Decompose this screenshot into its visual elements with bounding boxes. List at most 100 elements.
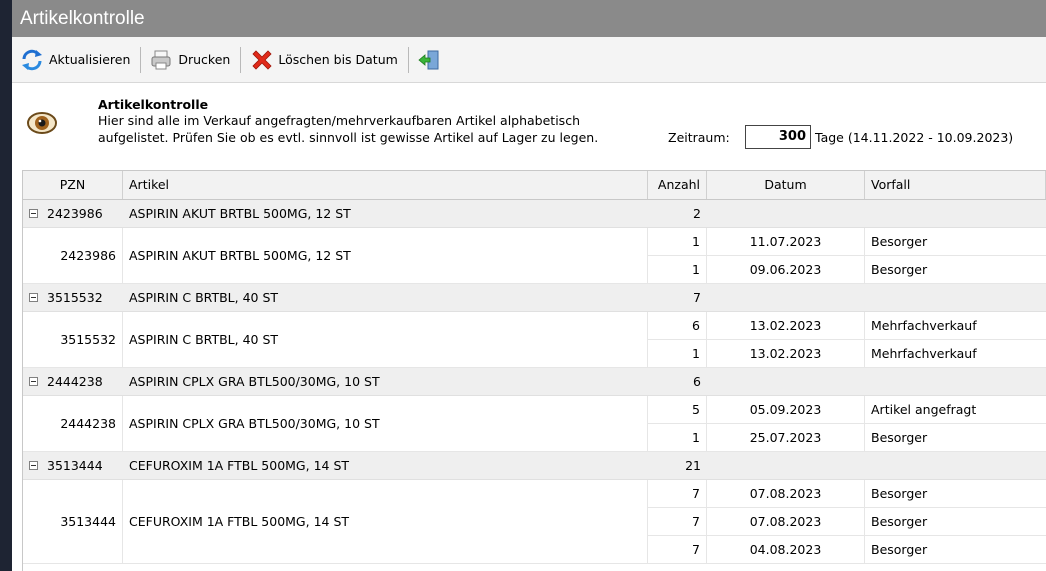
group-row[interactable]: 2444238 ASPIRIN CPLX GRA BTL500/30MG, 10… <box>23 368 1046 396</box>
detail-pzn: 3515532 <box>23 312 123 368</box>
row-anzahl: 7 <box>648 536 707 563</box>
exit-door-icon <box>417 48 441 72</box>
row-vorfall: Besorger <box>871 430 928 445</box>
row-vorfall: Mehrfachverkauf <box>871 318 977 333</box>
collapse-toggle-icon[interactable] <box>29 461 38 470</box>
toolbar-separator <box>240 46 242 73</box>
detail-artikel: CEFUROXIM 1A FTBL 500MG, 14 ST <box>123 480 648 564</box>
row-datum: 07.08.2023 <box>707 508 865 535</box>
group-pzn: 2444238 <box>47 374 103 389</box>
info-panel: Artikelkontrolle Hier sind alle im Verka… <box>12 83 1046 169</box>
zeitraum-days-input[interactable]: 300 <box>745 125 811 149</box>
info-text-line1: Hier sind alle im Verkauf angefragten/me… <box>98 113 580 128</box>
toolbar-separator <box>140 46 142 73</box>
collapse-toggle-icon[interactable] <box>29 293 38 302</box>
column-header-datum[interactable]: Datum <box>707 171 865 199</box>
group-pzn: 3515532 <box>47 290 103 305</box>
detail-block: 2423986 ASPIRIN AKUT BRTBL 500MG, 12 ST … <box>23 228 1046 284</box>
exit-button[interactable] <box>413 43 452 77</box>
column-header-artikel[interactable]: Artikel <box>123 171 648 199</box>
window-title: Artikelkontrolle <box>12 0 1046 37</box>
grid-header: PZN Artikel Anzahl Datum Vorfall <box>23 171 1046 200</box>
print-label: Drucken <box>178 52 231 67</box>
table-row[interactable]: 7 04.08.2023 Besorger <box>648 536 1046 564</box>
table-row[interactable]: 1 13.02.2023 Mehrfachverkauf <box>648 340 1046 368</box>
zeitraum-label: Zeitraum: <box>668 130 730 145</box>
group-anzahl: 6 <box>693 374 701 389</box>
zeitraum-range-text: Tage (14.11.2022 - 10.09.2023) <box>815 130 1014 145</box>
row-anzahl: 7 <box>648 508 707 535</box>
toolbar-separator <box>407 46 409 73</box>
detail-artikel: ASPIRIN CPLX GRA BTL500/30MG, 10 ST <box>123 396 648 452</box>
group-artikel: ASPIRIN CPLX GRA BTL500/30MG, 10 ST <box>129 374 380 389</box>
row-vorfall: Besorger <box>871 262 928 277</box>
row-vorfall: Besorger <box>871 542 928 557</box>
table-row[interactable]: 1 25.07.2023 Besorger <box>648 424 1046 452</box>
table-row[interactable]: 7 07.08.2023 Besorger <box>648 508 1046 536</box>
row-anzahl: 1 <box>648 424 707 451</box>
row-datum: 11.07.2023 <box>707 228 865 255</box>
row-datum: 09.06.2023 <box>707 256 865 283</box>
table-row[interactable]: 5 05.09.2023 Artikel angefragt <box>648 396 1046 424</box>
row-vorfall: Artikel angefragt <box>871 402 977 417</box>
info-text-line2: aufgelistet. Prüfen Sie ob es evtl. sinn… <box>98 130 599 145</box>
main-window: Artikelkontrolle Aktualisieren Drucken L… <box>12 0 1046 571</box>
toolbar: Aktualisieren Drucken Löschen bis Datum <box>12 37 1046 83</box>
group-artikel: CEFUROXIM 1A FTBL 500MG, 14 ST <box>129 458 350 473</box>
article-grid: PZN Artikel Anzahl Datum Vorfall 2423986… <box>22 170 1046 571</box>
collapse-toggle-icon[interactable] <box>29 377 38 386</box>
row-vorfall: Mehrfachverkauf <box>871 346 977 361</box>
collapse-toggle-icon[interactable] <box>29 209 38 218</box>
row-datum: 13.02.2023 <box>707 312 865 339</box>
delete-label: Löschen bis Datum <box>278 52 398 67</box>
group-row[interactable]: 3515532 ASPIRIN C BRTBL, 40 ST 7 <box>23 284 1046 312</box>
row-datum: 07.08.2023 <box>707 480 865 507</box>
group-row[interactable]: 3513444 CEFUROXIM 1A FTBL 500MG, 14 ST 2… <box>23 452 1046 480</box>
detail-pzn: 3513444 <box>23 480 123 564</box>
table-row[interactable]: 1 09.06.2023 Besorger <box>648 256 1046 284</box>
group-artikel: ASPIRIN C BRTBL, 40 ST <box>129 290 279 305</box>
row-vorfall: Besorger <box>871 486 928 501</box>
row-anzahl: 5 <box>648 396 707 423</box>
refresh-button[interactable]: Aktualisieren <box>16 43 136 77</box>
column-header-vorfall[interactable]: Vorfall <box>865 171 1046 199</box>
row-anzahl: 6 <box>648 312 707 339</box>
row-vorfall: Besorger <box>871 514 928 529</box>
group-pzn: 2423986 <box>47 206 103 221</box>
group-pzn: 3513444 <box>47 458 103 473</box>
row-datum: 04.08.2023 <box>707 536 865 563</box>
eye-icon <box>26 107 58 139</box>
detail-artikel: ASPIRIN C BRTBL, 40 ST <box>123 312 648 368</box>
detail-block: 3515532 ASPIRIN C BRTBL, 40 ST 6 13.02.2… <box>23 312 1046 368</box>
detail-artikel: ASPIRIN AKUT BRTBL 500MG, 12 ST <box>123 228 648 284</box>
group-row[interactable]: 2423986 ASPIRIN AKUT BRTBL 500MG, 12 ST … <box>23 200 1046 228</box>
table-row[interactable]: 6 13.02.2023 Mehrfachverkauf <box>648 312 1046 340</box>
row-anzahl: 1 <box>648 340 707 367</box>
info-heading: Artikelkontrolle <box>98 97 209 112</box>
group-anzahl: 2 <box>693 206 701 221</box>
row-anzahl: 1 <box>648 228 707 255</box>
column-header-anzahl[interactable]: Anzahl <box>648 171 707 199</box>
group-anzahl: 21 <box>685 458 701 473</box>
row-anzahl: 7 <box>648 480 707 507</box>
group-artikel: ASPIRIN AKUT BRTBL 500MG, 12 ST <box>129 206 351 221</box>
row-anzahl: 1 <box>648 256 707 283</box>
table-row[interactable]: 7 07.08.2023 Besorger <box>648 480 1046 508</box>
detail-pzn: 2444238 <box>23 396 123 452</box>
refresh-icon <box>20 48 44 72</box>
refresh-label: Aktualisieren <box>49 52 131 67</box>
delete-until-date-button[interactable]: Löschen bis Datum <box>245 43 403 77</box>
row-datum: 25.07.2023 <box>707 424 865 451</box>
detail-block: 3513444 CEFUROXIM 1A FTBL 500MG, 14 ST 7… <box>23 480 1046 564</box>
print-button[interactable]: Drucken <box>145 43 236 77</box>
printer-icon <box>149 48 173 72</box>
row-datum: 13.02.2023 <box>707 340 865 367</box>
group-anzahl: 7 <box>693 290 701 305</box>
delete-x-icon <box>249 48 273 72</box>
detail-pzn: 2423986 <box>23 228 123 284</box>
detail-block: 2444238 ASPIRIN CPLX GRA BTL500/30MG, 10… <box>23 396 1046 452</box>
column-header-pzn[interactable]: PZN <box>23 171 123 199</box>
table-row[interactable]: 1 11.07.2023 Besorger <box>648 228 1046 256</box>
row-datum: 05.09.2023 <box>707 396 865 423</box>
row-vorfall: Besorger <box>871 234 928 249</box>
